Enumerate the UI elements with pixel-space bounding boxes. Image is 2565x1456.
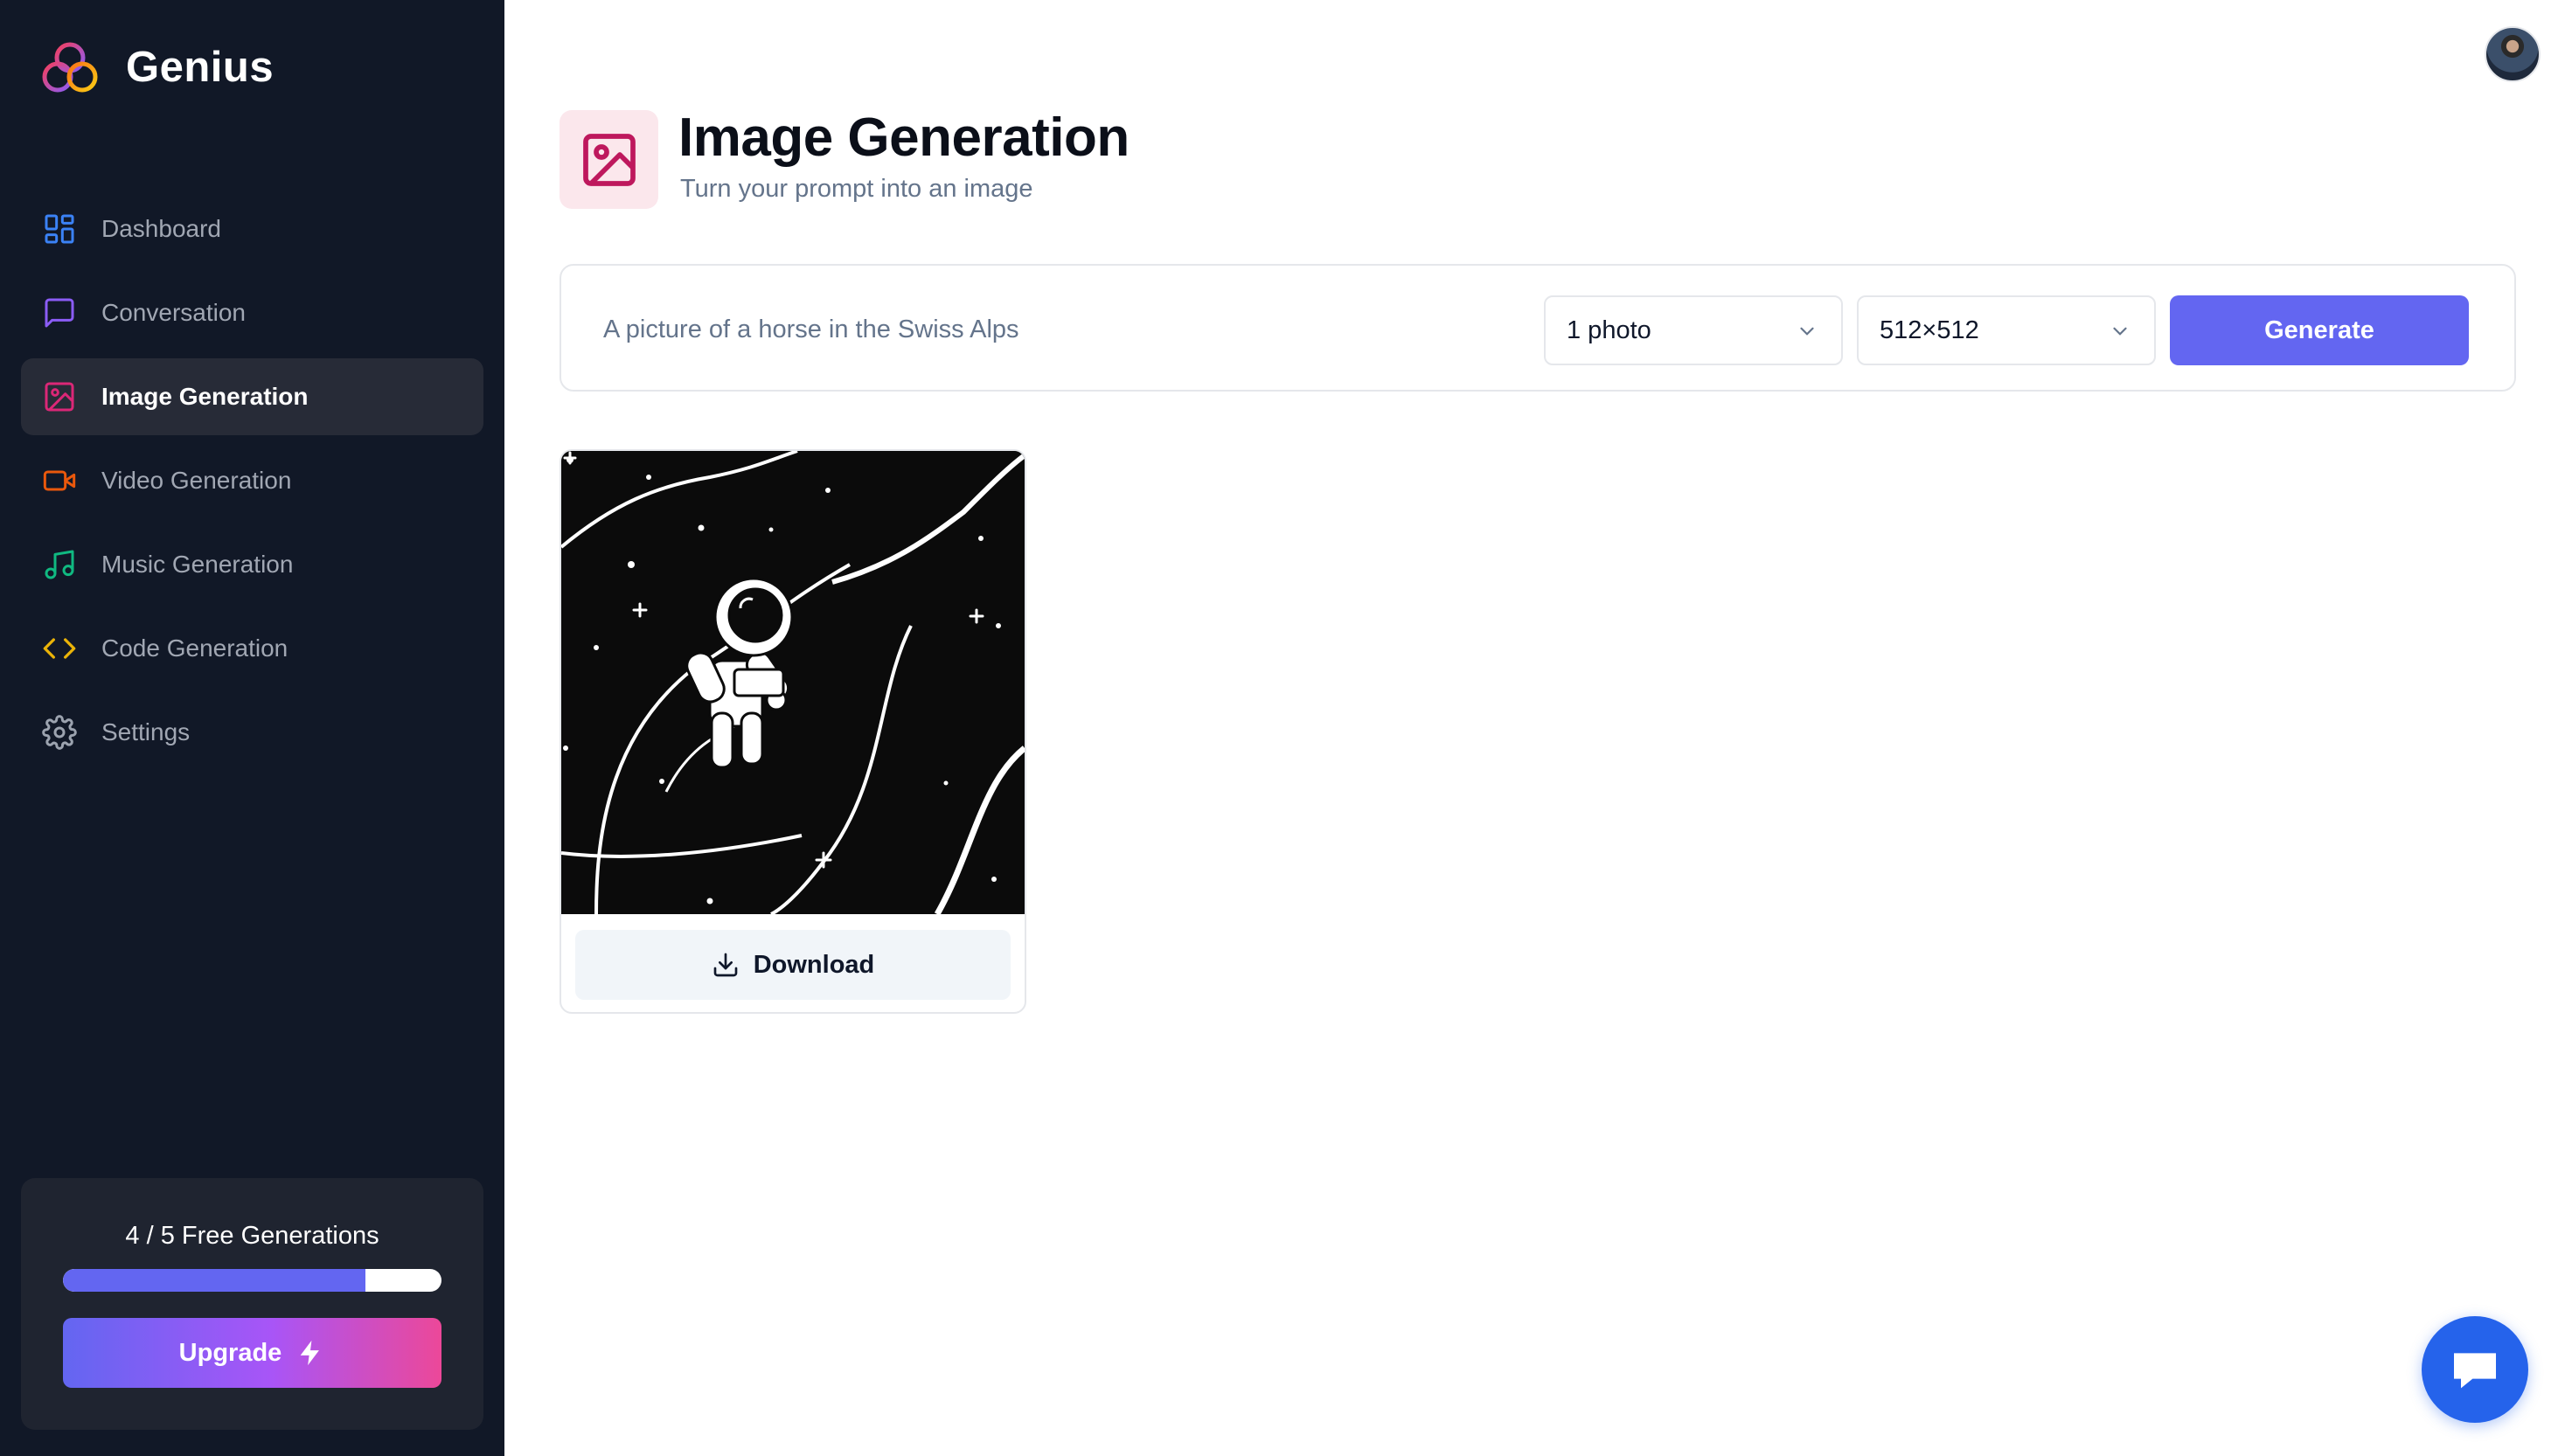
avatar[interactable] bbox=[2485, 26, 2541, 82]
resolution-select-value: 512×512 bbox=[1880, 315, 1979, 344]
sidebar: Genius Dashboard Conversation Image Gene… bbox=[0, 0, 504, 1456]
generated-image-card: Download bbox=[560, 449, 1026, 1014]
sidebar-item-conversation[interactable]: Conversation bbox=[21, 274, 483, 351]
image-icon bbox=[582, 133, 636, 186]
support-chat-button[interactable] bbox=[2422, 1316, 2528, 1423]
upgrade-button[interactable]: Upgrade bbox=[63, 1318, 441, 1388]
message-square-icon bbox=[42, 295, 77, 330]
generated-image[interactable] bbox=[561, 451, 1025, 914]
download-icon bbox=[713, 953, 738, 977]
logo[interactable]: Genius bbox=[40, 38, 274, 96]
video-icon bbox=[42, 463, 77, 498]
download-button[interactable]: Download bbox=[575, 930, 1011, 1000]
sidebar-item-label: Music Generation bbox=[101, 551, 294, 578]
chat-icon bbox=[2454, 1353, 2496, 1389]
sidebar-item-dashboard[interactable]: Dashboard bbox=[21, 191, 483, 267]
code-icon bbox=[42, 631, 77, 666]
sidebar-nav: Dashboard Conversation Image Generation … bbox=[21, 191, 483, 778]
generate-button[interactable]: Generate bbox=[2170, 295, 2469, 365]
sidebar-item-label: Image Generation bbox=[101, 383, 309, 410]
settings-icon bbox=[42, 715, 77, 750]
sidebar-item-label: Dashboard bbox=[101, 215, 221, 242]
download-button-label: Download bbox=[753, 950, 875, 979]
sidebar-item-code-generation[interactable]: Code Generation bbox=[21, 610, 483, 687]
zap-icon bbox=[300, 1340, 320, 1366]
free-generations-counter: 4 / 5 Free Generations bbox=[125, 1222, 379, 1250]
amount-select[interactable]: 1 photo bbox=[1544, 295, 1843, 365]
generations-progress-fill bbox=[63, 1269, 366, 1292]
sidebar-item-music-generation[interactable]: Music Generation bbox=[21, 526, 483, 603]
chevron-down-icon bbox=[1800, 327, 1814, 336]
sidebar-item-label: Code Generation bbox=[101, 634, 288, 662]
layout-dashboard-icon bbox=[42, 211, 77, 246]
sidebar-item-label: Video Generation bbox=[101, 467, 292, 494]
prompt-form: 1 photo 512×512 Generate bbox=[560, 264, 2516, 392]
upgrade-button-label: Upgrade bbox=[178, 1338, 282, 1367]
resolution-select[interactable]: 512×512 bbox=[1857, 295, 2156, 365]
sidebar-item-image-generation[interactable]: Image Generation bbox=[21, 358, 483, 435]
generations-progress-bar bbox=[63, 1269, 441, 1292]
sidebar-item-settings[interactable]: Settings bbox=[21, 694, 483, 771]
prompt-input[interactable] bbox=[603, 306, 1477, 353]
free-generations-card: 4 / 5 Free Generations Upgrade bbox=[21, 1178, 483, 1430]
page-title: Image Generation bbox=[678, 107, 1130, 168]
chevron-down-icon bbox=[2113, 327, 2127, 336]
image-icon bbox=[42, 379, 77, 414]
music-icon bbox=[42, 547, 77, 582]
logo-icon bbox=[42, 42, 98, 93]
sidebar-item-label: Settings bbox=[101, 718, 191, 745]
page-subtitle: Turn your prompt into an image bbox=[680, 175, 1033, 203]
page-header-icon bbox=[560, 110, 658, 209]
app-name: Genius bbox=[126, 44, 275, 91]
sidebar-item-video-generation[interactable]: Video Generation bbox=[21, 442, 483, 519]
sidebar-item-label: Conversation bbox=[101, 299, 246, 326]
amount-select-value: 1 photo bbox=[1567, 315, 1651, 344]
